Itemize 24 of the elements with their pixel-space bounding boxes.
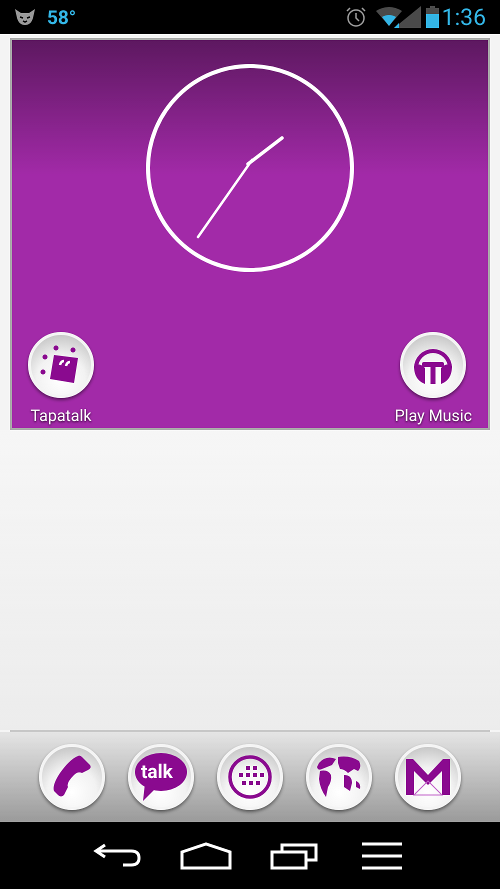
speech-bubble-icon	[135, 753, 187, 801]
shortcut-label: Play Music	[394, 408, 472, 424]
menu-icon	[361, 842, 403, 870]
wifi-signal-icon	[376, 6, 421, 28]
alarm-clock-icon	[344, 6, 367, 28]
house-outline-icon	[180, 842, 232, 870]
talk-logo-text: talk	[141, 762, 173, 781]
apps-dock-button[interactable]	[217, 744, 283, 810]
cat-face-icon	[14, 8, 36, 26]
gmail-dock-button[interactable]	[395, 744, 461, 810]
stacked-windows-icon	[270, 842, 318, 870]
temperature: 58°	[47, 8, 76, 26]
envelope-icon	[405, 758, 451, 796]
clock-time: 1:36	[442, 6, 486, 28]
app-grid-icon	[227, 754, 273, 800]
phone-icon	[52, 755, 92, 799]
back-arrow-icon	[93, 842, 143, 868]
talk-dock-button[interactable]: talk	[128, 744, 194, 810]
tapatalk-shortcut-button[interactable]	[28, 332, 94, 398]
battery-icon	[426, 6, 439, 28]
shortcut-label: Tapatalk	[30, 408, 92, 424]
phone-dock-button[interactable]	[39, 744, 105, 810]
browser-dock-button[interactable]	[306, 744, 372, 810]
music-shortcut-button[interactable]	[400, 332, 466, 398]
